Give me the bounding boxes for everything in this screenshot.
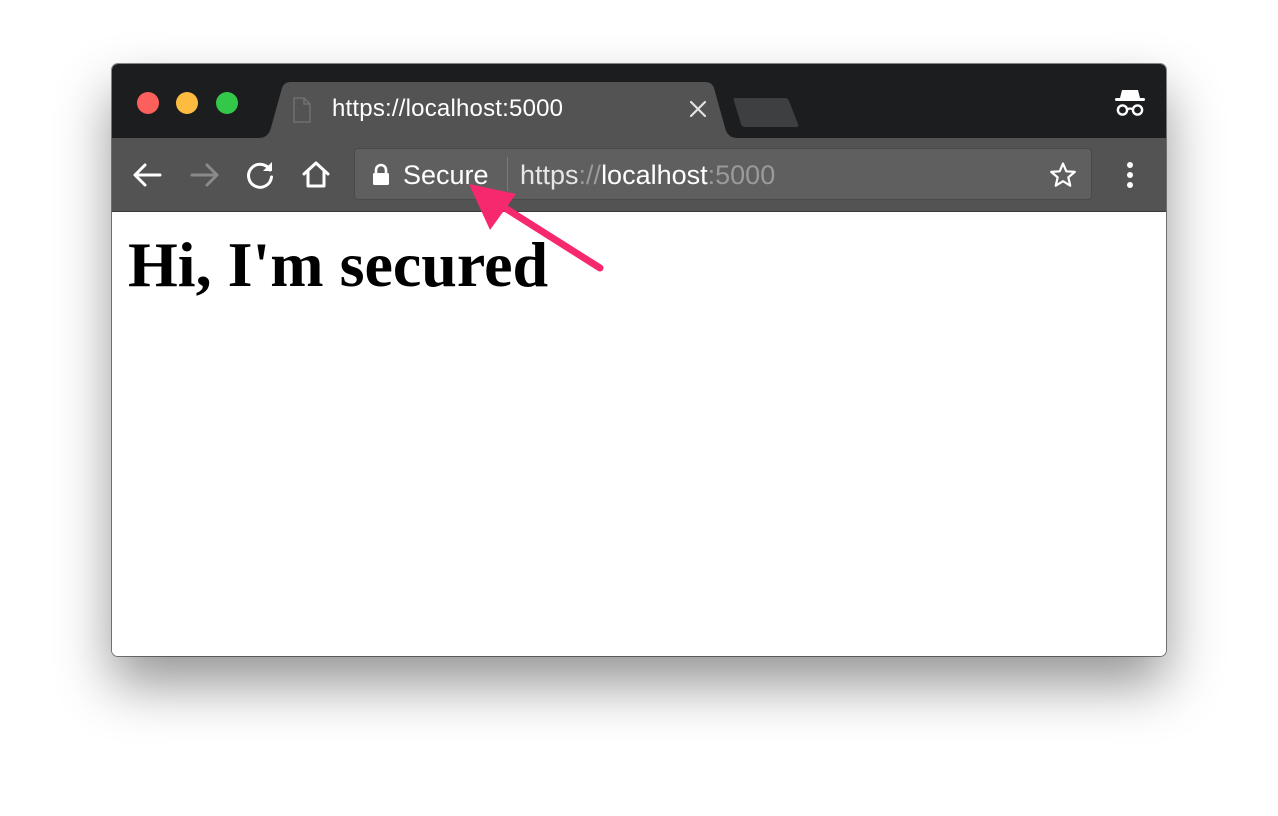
vertical-dots-icon[interactable]	[1112, 157, 1148, 193]
annotation-arrow	[469, 184, 604, 272]
arrow-right-icon[interactable]	[186, 157, 222, 193]
star-icon[interactable]	[1049, 161, 1077, 189]
reload-icon[interactable]	[242, 157, 278, 193]
page-content: Hi, I'm secured	[112, 212, 1166, 656]
toolbar: Secure https://localhost:5000	[112, 138, 1166, 212]
tab-title: https://localhost:5000	[332, 95, 564, 122]
maximize-window-button[interactable]	[216, 92, 238, 114]
browser-window: https://localhost:5000 Secure https://lo…	[112, 64, 1166, 656]
close-window-button[interactable]	[137, 92, 159, 114]
arrow-left-icon[interactable]	[130, 157, 166, 193]
close-icon[interactable]	[686, 97, 710, 121]
url-port: :5000	[707, 160, 776, 190]
title-bar: https://localhost:5000	[112, 64, 1166, 138]
document-icon	[292, 97, 312, 128]
new-tab-button[interactable]	[732, 96, 802, 133]
lock-icon[interactable]	[371, 163, 391, 192]
incognito-icon[interactable]	[1112, 84, 1148, 125]
minimize-window-button[interactable]	[176, 92, 198, 114]
tab-active[interactable]: https://localhost:5000	[258, 82, 738, 138]
home-icon[interactable]	[298, 157, 334, 193]
